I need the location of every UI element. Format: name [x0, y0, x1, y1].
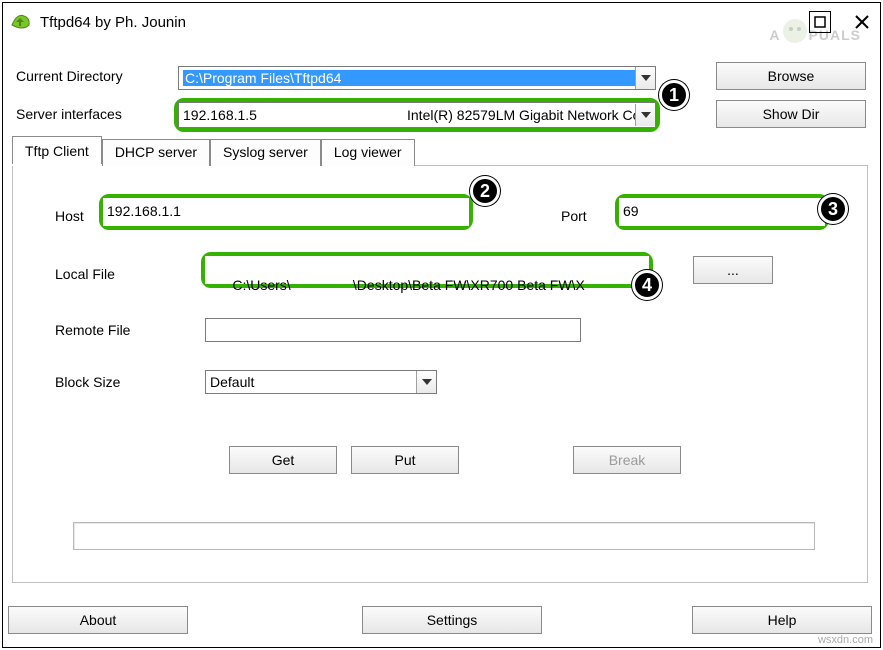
- tab-tftp-client[interactable]: Tftp Client: [12, 136, 102, 166]
- current-directory-combobox[interactable]: C:\Program Files\Tftpd64: [178, 66, 656, 90]
- current-directory-label: Current Directory: [16, 68, 174, 84]
- local-file-browse-button[interactable]: ...: [693, 256, 773, 284]
- block-size-label: Block Size: [55, 374, 120, 390]
- break-button: Break: [573, 446, 681, 474]
- tabstrip: Tftp Client DHCP server Syslog server Lo…: [12, 138, 415, 166]
- progress-bar: [73, 522, 815, 550]
- chevron-down-icon[interactable]: [416, 371, 436, 393]
- host-highlight: 192.168.1.1: [99, 194, 473, 230]
- remote-file-label: Remote File: [55, 322, 130, 338]
- port-input[interactable]: 69: [619, 198, 825, 226]
- port-label: Port: [561, 208, 587, 224]
- local-file-value: C:\Users\ \Desktop\Beta FW\XR700 Beta FW…: [232, 277, 584, 293]
- close-button[interactable]: [851, 11, 873, 33]
- settings-button[interactable]: Settings: [362, 606, 542, 634]
- footer: About Settings Help: [8, 602, 874, 642]
- tabmask: [12, 164, 102, 166]
- about-button-label: About: [80, 612, 117, 628]
- put-button-label: Put: [394, 452, 415, 468]
- host-label: Host: [55, 208, 84, 224]
- local-file-label: Local File: [55, 266, 115, 282]
- browse-button-label: Browse: [768, 68, 815, 84]
- port-highlight: 69: [615, 194, 829, 230]
- server-interfaces-ip: 192.168.1.5: [183, 107, 407, 123]
- browse-button[interactable]: Browse: [716, 62, 866, 90]
- port-value: 69: [623, 203, 639, 219]
- server-interfaces-highlight: 192.168.1.5 Intel(R) 82579LM Gigabit Net…: [174, 98, 660, 132]
- block-size-combobox[interactable]: Default: [205, 370, 437, 394]
- local-file-browse-label: ...: [727, 262, 739, 278]
- server-interfaces-label: Server interfaces: [16, 106, 174, 122]
- chevron-down-icon[interactable]: [635, 67, 655, 89]
- tab-dhcp-server[interactable]: DHCP server: [102, 139, 210, 166]
- annotation-badge-2: 2: [470, 176, 500, 206]
- local-file-input[interactable]: C:\Users\ \Desktop\Beta FW\XR700 Beta FW…: [205, 256, 649, 284]
- help-button[interactable]: Help: [692, 606, 872, 634]
- tab-log-viewer[interactable]: Log viewer: [321, 139, 415, 166]
- maximize-button[interactable]: [809, 11, 831, 33]
- get-button[interactable]: Get: [229, 446, 337, 474]
- local-file-highlight: C:\Users\ \Desktop\Beta FW\XR700 Beta FW…: [201, 252, 653, 288]
- titlebar: Tftpd64 by Ph. Jounin: [10, 8, 873, 36]
- block-size-value: Default: [210, 374, 416, 390]
- remote-file-input[interactable]: [205, 318, 581, 342]
- host-value: 192.168.1.1: [107, 203, 181, 219]
- tab-panel: Host 192.168.1.1 Port 69 Local File C:\U…: [12, 165, 868, 583]
- put-button[interactable]: Put: [351, 446, 459, 474]
- chevron-down-icon[interactable]: [635, 104, 655, 126]
- server-interfaces-adapter: Intel(R) 82579LM Gigabit Network Conne: [407, 107, 635, 123]
- app-icon: [10, 11, 32, 33]
- server-interfaces-row: Server interfaces: [16, 106, 174, 122]
- host-input[interactable]: 192.168.1.1: [103, 198, 469, 226]
- help-button-label: Help: [768, 612, 797, 628]
- tab-syslog-server[interactable]: Syslog server: [210, 139, 321, 166]
- annotation-badge-4: 4: [632, 270, 662, 300]
- current-directory-row: Current Directory: [16, 68, 174, 84]
- server-interfaces-combobox[interactable]: 192.168.1.5 Intel(R) 82579LM Gigabit Net…: [178, 102, 656, 128]
- current-directory-value: C:\Program Files\Tftpd64: [183, 70, 635, 86]
- get-button-label: Get: [272, 452, 295, 468]
- settings-button-label: Settings: [427, 612, 478, 628]
- break-button-label: Break: [609, 452, 646, 468]
- annotation-badge-3: 3: [818, 194, 848, 224]
- show-dir-button-label: Show Dir: [763, 106, 820, 122]
- window-title: Tftpd64 by Ph. Jounin: [40, 14, 789, 31]
- annotation-badge-1: 1: [659, 80, 689, 110]
- show-dir-button[interactable]: Show Dir: [716, 100, 866, 128]
- about-button[interactable]: About: [8, 606, 188, 634]
